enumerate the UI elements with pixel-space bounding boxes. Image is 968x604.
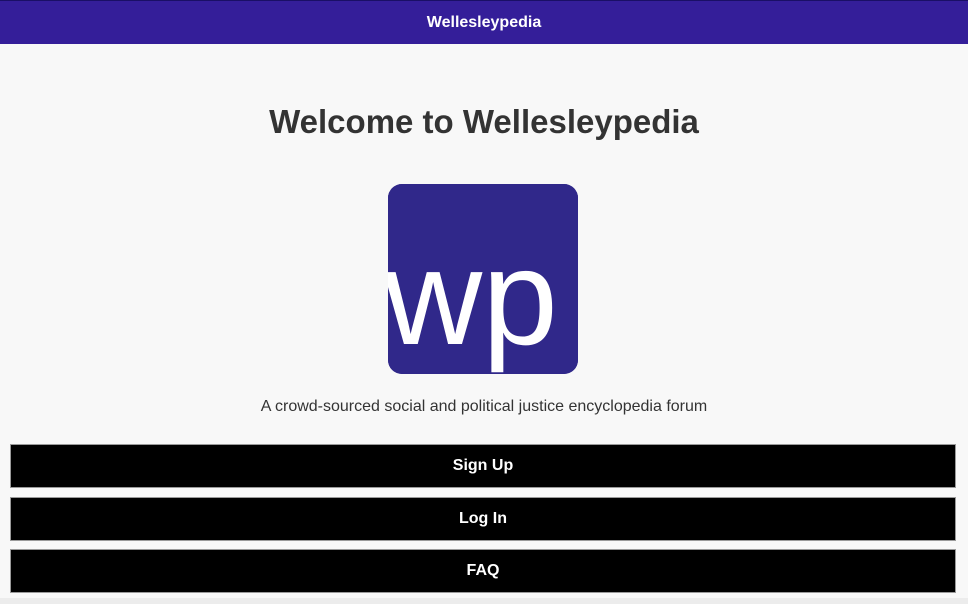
bottom-divider xyxy=(0,598,968,604)
logo-text: wp xyxy=(388,221,558,373)
log-in-label: Log In xyxy=(459,510,507,527)
wellesleypedia-logo: wp xyxy=(388,184,578,374)
sign-up-button[interactable]: Sign Up xyxy=(10,444,956,488)
log-in-button[interactable]: Log In xyxy=(10,497,956,541)
app-title: Wellesleypedia xyxy=(426,13,542,31)
tagline: A crowd-sourced social and political jus… xyxy=(260,398,708,415)
page-title: Welcome to Wellesleypedia xyxy=(269,103,699,140)
faq-label: FAQ xyxy=(466,562,500,579)
faq-button[interactable]: FAQ xyxy=(10,549,956,593)
app-header: Wellesleypedia xyxy=(0,0,968,44)
sign-up-label: Sign Up xyxy=(452,457,514,474)
